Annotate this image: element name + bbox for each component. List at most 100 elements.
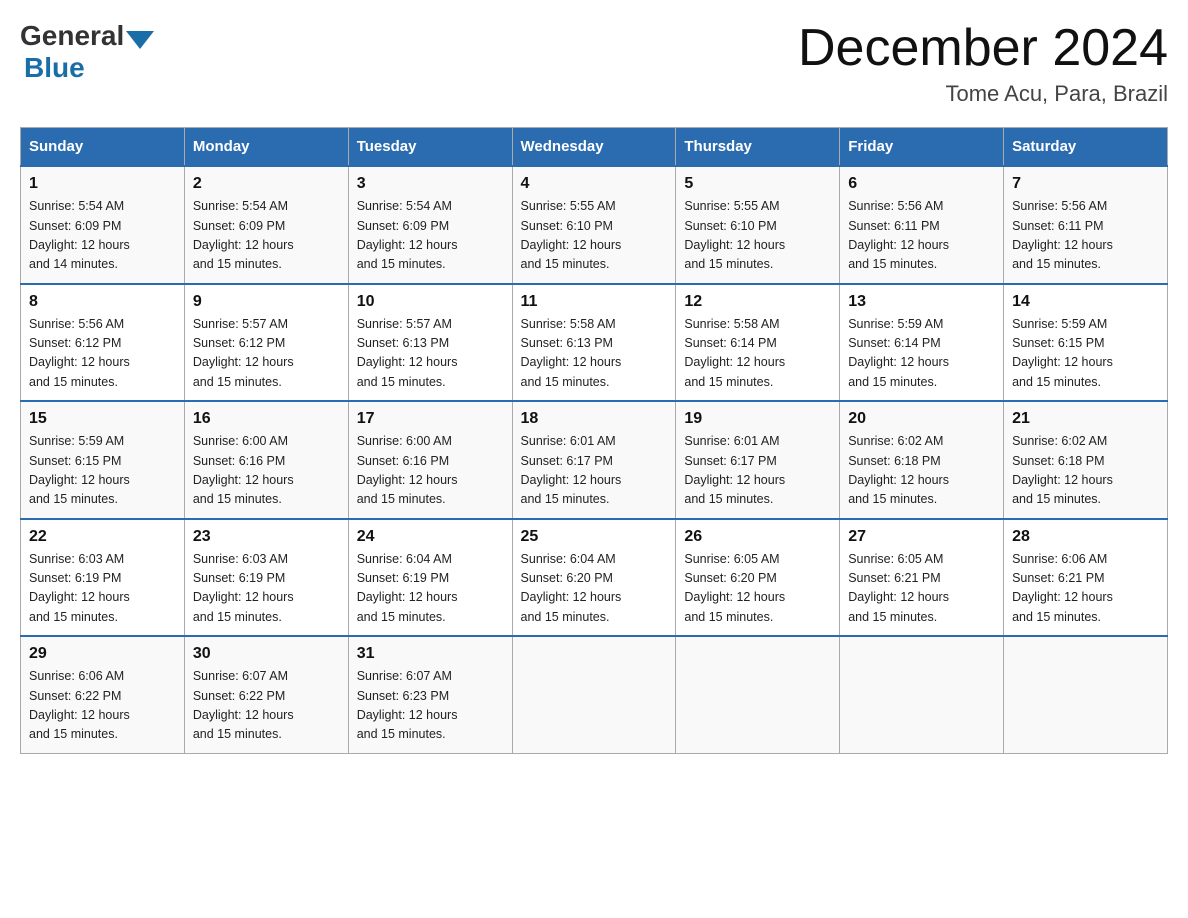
- day-info: Sunrise: 6:03 AMSunset: 6:19 PMDaylight:…: [29, 550, 176, 628]
- day-number: 20: [848, 410, 995, 428]
- day-number: 9: [193, 293, 340, 311]
- col-friday: Friday: [840, 128, 1004, 167]
- day-info: Sunrise: 6:01 AMSunset: 6:17 PMDaylight:…: [521, 432, 668, 510]
- table-row: 30 Sunrise: 6:07 AMSunset: 6:22 PMDaylig…: [184, 636, 348, 753]
- table-row: 16 Sunrise: 6:00 AMSunset: 6:16 PMDaylig…: [184, 401, 348, 519]
- table-row: 24 Sunrise: 6:04 AMSunset: 6:19 PMDaylig…: [348, 519, 512, 637]
- day-number: 25: [521, 528, 668, 546]
- day-info: Sunrise: 5:59 AMSunset: 6:15 PMDaylight:…: [29, 432, 176, 510]
- day-info: Sunrise: 5:57 AMSunset: 6:12 PMDaylight:…: [193, 315, 340, 393]
- day-number: 19: [684, 410, 831, 428]
- title-section: December 2024 Tome Acu, Para, Brazil: [798, 20, 1168, 107]
- logo-triangle-icon: [126, 31, 154, 49]
- table-row: [512, 636, 676, 753]
- calendar-week-row: 22 Sunrise: 6:03 AMSunset: 6:19 PMDaylig…: [21, 519, 1168, 637]
- col-thursday: Thursday: [676, 128, 840, 167]
- day-info: Sunrise: 5:56 AMSunset: 6:11 PMDaylight:…: [848, 197, 995, 275]
- calendar-week-row: 8 Sunrise: 5:56 AMSunset: 6:12 PMDayligh…: [21, 284, 1168, 402]
- day-info: Sunrise: 6:07 AMSunset: 6:23 PMDaylight:…: [357, 667, 504, 745]
- day-info: Sunrise: 6:00 AMSunset: 6:16 PMDaylight:…: [357, 432, 504, 510]
- day-info: Sunrise: 6:05 AMSunset: 6:21 PMDaylight:…: [848, 550, 995, 628]
- day-number: 30: [193, 645, 340, 663]
- table-row: [1004, 636, 1168, 753]
- table-row: 29 Sunrise: 6:06 AMSunset: 6:22 PMDaylig…: [21, 636, 185, 753]
- day-info: Sunrise: 5:55 AMSunset: 6:10 PMDaylight:…: [684, 197, 831, 275]
- day-number: 6: [848, 175, 995, 193]
- day-number: 5: [684, 175, 831, 193]
- calendar-week-row: 29 Sunrise: 6:06 AMSunset: 6:22 PMDaylig…: [21, 636, 1168, 753]
- day-info: Sunrise: 6:03 AMSunset: 6:19 PMDaylight:…: [193, 550, 340, 628]
- day-info: Sunrise: 6:06 AMSunset: 6:22 PMDaylight:…: [29, 667, 176, 745]
- day-number: 18: [521, 410, 668, 428]
- col-saturday: Saturday: [1004, 128, 1168, 167]
- day-number: 12: [684, 293, 831, 311]
- subtitle: Tome Acu, Para, Brazil: [798, 81, 1168, 107]
- col-sunday: Sunday: [21, 128, 185, 167]
- day-number: 31: [357, 645, 504, 663]
- calendar-week-row: 1 Sunrise: 5:54 AMSunset: 6:09 PMDayligh…: [21, 166, 1168, 284]
- day-number: 13: [848, 293, 995, 311]
- calendar-header-row: Sunday Monday Tuesday Wednesday Thursday…: [21, 128, 1168, 167]
- day-info: Sunrise: 6:02 AMSunset: 6:18 PMDaylight:…: [1012, 432, 1159, 510]
- table-row: 12 Sunrise: 5:58 AMSunset: 6:14 PMDaylig…: [676, 284, 840, 402]
- day-info: Sunrise: 5:57 AMSunset: 6:13 PMDaylight:…: [357, 315, 504, 393]
- day-number: 1: [29, 175, 176, 193]
- table-row: 8 Sunrise: 5:56 AMSunset: 6:12 PMDayligh…: [21, 284, 185, 402]
- logo-general-text: General: [20, 20, 124, 52]
- table-row: 2 Sunrise: 5:54 AMSunset: 6:09 PMDayligh…: [184, 166, 348, 284]
- table-row: 9 Sunrise: 5:57 AMSunset: 6:12 PMDayligh…: [184, 284, 348, 402]
- day-info: Sunrise: 6:04 AMSunset: 6:19 PMDaylight:…: [357, 550, 504, 628]
- day-info: Sunrise: 5:54 AMSunset: 6:09 PMDaylight:…: [29, 197, 176, 275]
- table-row: 18 Sunrise: 6:01 AMSunset: 6:17 PMDaylig…: [512, 401, 676, 519]
- table-row: 23 Sunrise: 6:03 AMSunset: 6:19 PMDaylig…: [184, 519, 348, 637]
- col-monday: Monday: [184, 128, 348, 167]
- day-info: Sunrise: 5:55 AMSunset: 6:10 PMDaylight:…: [521, 197, 668, 275]
- day-number: 21: [1012, 410, 1159, 428]
- table-row: 11 Sunrise: 5:58 AMSunset: 6:13 PMDaylig…: [512, 284, 676, 402]
- table-row: 6 Sunrise: 5:56 AMSunset: 6:11 PMDayligh…: [840, 166, 1004, 284]
- day-info: Sunrise: 5:59 AMSunset: 6:14 PMDaylight:…: [848, 315, 995, 393]
- main-title: December 2024: [798, 20, 1168, 77]
- day-number: 15: [29, 410, 176, 428]
- day-info: Sunrise: 6:07 AMSunset: 6:22 PMDaylight:…: [193, 667, 340, 745]
- day-info: Sunrise: 6:04 AMSunset: 6:20 PMDaylight:…: [521, 550, 668, 628]
- day-number: 4: [521, 175, 668, 193]
- table-row: 17 Sunrise: 6:00 AMSunset: 6:16 PMDaylig…: [348, 401, 512, 519]
- table-row: 20 Sunrise: 6:02 AMSunset: 6:18 PMDaylig…: [840, 401, 1004, 519]
- table-row: 21 Sunrise: 6:02 AMSunset: 6:18 PMDaylig…: [1004, 401, 1168, 519]
- day-number: 11: [521, 293, 668, 311]
- day-number: 2: [193, 175, 340, 193]
- day-info: Sunrise: 6:00 AMSunset: 6:16 PMDaylight:…: [193, 432, 340, 510]
- day-number: 26: [684, 528, 831, 546]
- table-row: 13 Sunrise: 5:59 AMSunset: 6:14 PMDaylig…: [840, 284, 1004, 402]
- day-number: 23: [193, 528, 340, 546]
- day-info: Sunrise: 6:02 AMSunset: 6:18 PMDaylight:…: [848, 432, 995, 510]
- table-row: 1 Sunrise: 5:54 AMSunset: 6:09 PMDayligh…: [21, 166, 185, 284]
- table-row: 31 Sunrise: 6:07 AMSunset: 6:23 PMDaylig…: [348, 636, 512, 753]
- day-number: 8: [29, 293, 176, 311]
- day-info: Sunrise: 5:54 AMSunset: 6:09 PMDaylight:…: [193, 197, 340, 275]
- page-header: General Blue December 2024 Tome Acu, Par…: [20, 20, 1168, 107]
- table-row: 4 Sunrise: 5:55 AMSunset: 6:10 PMDayligh…: [512, 166, 676, 284]
- table-row: 28 Sunrise: 6:06 AMSunset: 6:21 PMDaylig…: [1004, 519, 1168, 637]
- table-row: 26 Sunrise: 6:05 AMSunset: 6:20 PMDaylig…: [676, 519, 840, 637]
- day-info: Sunrise: 5:56 AMSunset: 6:11 PMDaylight:…: [1012, 197, 1159, 275]
- col-wednesday: Wednesday: [512, 128, 676, 167]
- day-info: Sunrise: 5:58 AMSunset: 6:13 PMDaylight:…: [521, 315, 668, 393]
- calendar-table: Sunday Monday Tuesday Wednesday Thursday…: [20, 127, 1168, 754]
- table-row: 25 Sunrise: 6:04 AMSunset: 6:20 PMDaylig…: [512, 519, 676, 637]
- day-info: Sunrise: 5:58 AMSunset: 6:14 PMDaylight:…: [684, 315, 831, 393]
- table-row: 5 Sunrise: 5:55 AMSunset: 6:10 PMDayligh…: [676, 166, 840, 284]
- day-info: Sunrise: 6:05 AMSunset: 6:20 PMDaylight:…: [684, 550, 831, 628]
- table-row: 3 Sunrise: 5:54 AMSunset: 6:09 PMDayligh…: [348, 166, 512, 284]
- table-row: 19 Sunrise: 6:01 AMSunset: 6:17 PMDaylig…: [676, 401, 840, 519]
- col-tuesday: Tuesday: [348, 128, 512, 167]
- day-number: 28: [1012, 528, 1159, 546]
- logo-blue-text: Blue: [24, 52, 85, 83]
- table-row: 14 Sunrise: 5:59 AMSunset: 6:15 PMDaylig…: [1004, 284, 1168, 402]
- day-info: Sunrise: 6:01 AMSunset: 6:17 PMDaylight:…: [684, 432, 831, 510]
- day-number: 29: [29, 645, 176, 663]
- day-number: 27: [848, 528, 995, 546]
- logo: General Blue: [20, 20, 156, 84]
- table-row: [840, 636, 1004, 753]
